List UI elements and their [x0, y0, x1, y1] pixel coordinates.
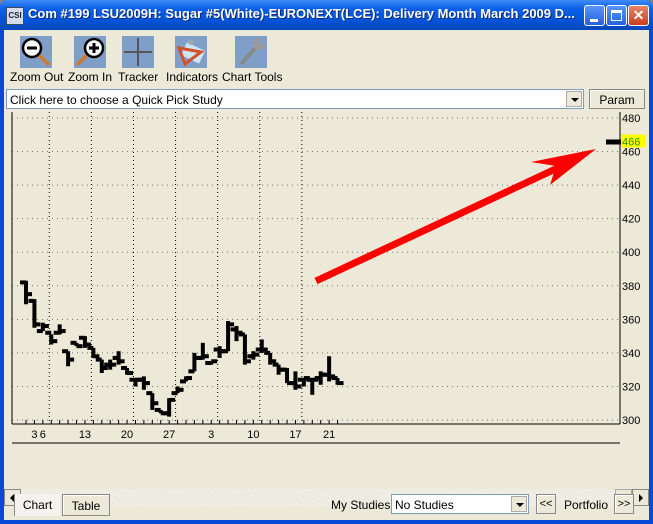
indicators-icon [175, 36, 207, 68]
y-tick-label: 340 [622, 348, 640, 360]
x-tick-label: 6 [40, 429, 46, 441]
app-icon: CSI [6, 7, 24, 25]
chart-tools-button[interactable]: Chart Tools [222, 36, 282, 84]
chevron-down-icon[interactable] [566, 91, 582, 107]
minimize-button[interactable] [584, 5, 605, 26]
y-tick-label: 420 [622, 214, 640, 226]
my-studies-value: No Studies [395, 498, 454, 512]
minimize-icon [590, 19, 598, 22]
my-studies-select[interactable]: No Studies [391, 494, 529, 514]
x-tick-label: 27 [163, 429, 175, 441]
title-bar[interactable]: CSI Com #199 LSU2009H: Sugar #5(White)-E… [0, 0, 653, 30]
y-tick-label: 400 [622, 247, 640, 259]
window-title: Com #199 LSU2009H: Sugar #5(White)-EURON… [28, 6, 575, 21]
zoom-out-button[interactable]: Zoom Out [10, 36, 63, 84]
y-tick-label: 320 [622, 381, 640, 393]
portfolio-label: Portfolio [564, 498, 609, 512]
y-tick-label: 440 [622, 180, 640, 192]
y-tick-label: 480 [622, 113, 640, 125]
quick-pick-study-value: Click here to choose a Quick Pick Study [10, 93, 223, 107]
client-area: Zoom Out Zoom In Tracker Indicators Char… [4, 30, 649, 520]
last-price-label: 466 [622, 136, 640, 148]
x-tick-label: 3 [208, 429, 214, 441]
chart-svg[interactable]: 300320340360380400420440460480466 3 6 13 20… [8, 112, 649, 444]
x-tick-label: 20 [121, 429, 133, 441]
quick-pick-study-select[interactable]: Click here to choose a Quick Pick Study [6, 89, 584, 109]
tracker-button[interactable]: Tracker [118, 36, 158, 84]
x-tick-label: 21 [323, 429, 335, 441]
x-tick-label: 13 [79, 429, 91, 441]
tab-chart[interactable]: Chart [14, 494, 60, 516]
crosshair-icon [122, 36, 154, 68]
zoom-in-button[interactable]: Zoom In [68, 36, 112, 84]
y-tick-label: 300 [622, 415, 640, 427]
toolbar: Zoom Out Zoom In Tracker Indicators Char… [4, 30, 649, 86]
close-icon: ✕ [632, 7, 645, 23]
indicators-button[interactable]: Indicators [166, 36, 218, 84]
zoom-in-icon [74, 36, 106, 68]
close-button[interactable]: ✕ [628, 5, 649, 26]
portfolio-prev-button[interactable]: << [536, 494, 556, 514]
app-window: CSI Com #199 LSU2009H: Sugar #5(White)-E… [0, 0, 653, 524]
chevron-down-icon[interactable] [511, 496, 527, 512]
x-tick-label: 10 [247, 429, 259, 441]
y-tick-label: 380 [622, 281, 640, 293]
portfolio-next-button[interactable]: >> [614, 494, 634, 514]
maximize-button[interactable] [606, 5, 627, 26]
y-tick-label: 360 [622, 314, 640, 326]
my-studies-label: My Studies: [331, 498, 394, 512]
price-chart[interactable]: 300 320 340 360 380 400 420 440 460 480 466 3 6 13 20… [8, 112, 649, 444]
param-button[interactable]: Param [589, 89, 645, 109]
wrench-icon [235, 36, 267, 68]
zoom-out-icon [20, 36, 52, 68]
maximize-icon [611, 10, 622, 21]
study-picker-row: Click here to choose a Quick Pick Study … [6, 89, 646, 111]
tab-table[interactable]: Table [62, 494, 110, 516]
x-tick-label: 3 [31, 429, 37, 441]
bottom-bar: Chart Table My Studies: No Studies << Po… [4, 490, 649, 520]
x-tick-label: 17 [289, 429, 301, 441]
